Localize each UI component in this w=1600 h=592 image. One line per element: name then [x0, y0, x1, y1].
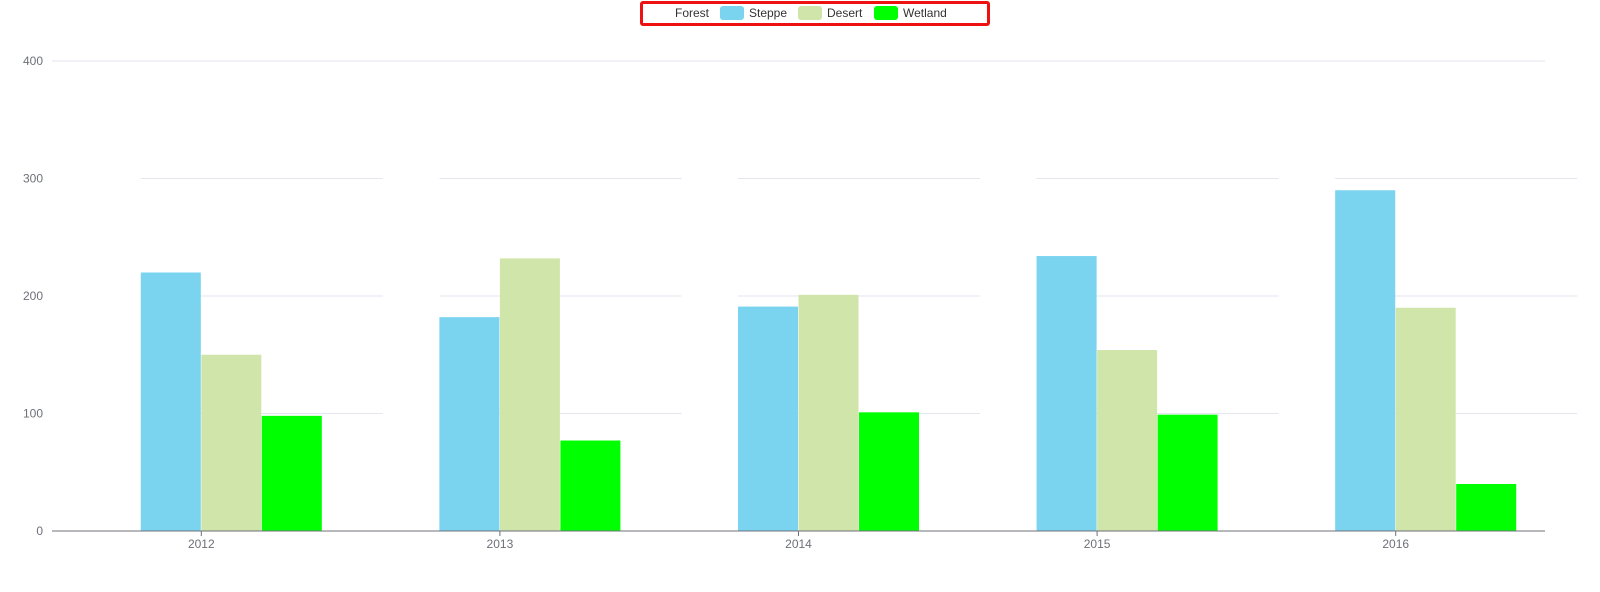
bar-steppe-2012[interactable]: [140, 272, 201, 532]
y-tick-label: 400: [23, 54, 43, 68]
bars: [140, 190, 1517, 532]
y-tick-label: 100: [23, 407, 43, 421]
bar-wetland-2015[interactable]: [1157, 414, 1218, 531]
x-tick-label: 2012: [188, 537, 215, 551]
y-tick-label: 200: [23, 289, 43, 303]
bar-steppe-2016[interactable]: [1335, 190, 1396, 531]
y-tick-label: 0: [36, 524, 43, 538]
bar-desert-2014[interactable]: [798, 294, 859, 531]
chart-container: 0 100 200 300 400 2012 2013 2014 2015 2016 Forest…: [0, 0, 1600, 587]
y-tick-label: 300: [23, 172, 43, 186]
bar-desert-2012[interactable]: [201, 354, 262, 531]
bar-wetland-2014[interactable]: [859, 412, 919, 531]
x-tick-label: 2016: [1382, 537, 1409, 551]
x-tick-label: 2013: [487, 537, 514, 551]
x-tick-label: 2014: [785, 537, 812, 551]
bar-chart: 01002003004002012 2013 2014 2015 2016 Forest…: [23, 6, 1578, 551]
bar-wetland-2013[interactable]: [560, 440, 621, 531]
legend-highlight-box: [640, 1, 990, 26]
bar-steppe-2015[interactable]: [1036, 256, 1097, 531]
x-tick-label: 2015: [1084, 537, 1111, 551]
bar-wetland-2012[interactable]: [261, 415, 322, 531]
bar-desert-2016[interactable]: [1395, 307, 1456, 531]
bar-steppe-2014[interactable]: [738, 306, 798, 531]
bar-wetland-2016[interactable]: [1456, 484, 1517, 531]
bar-desert-2015[interactable]: [1097, 350, 1158, 531]
bar-desert-2013[interactable]: [499, 258, 560, 531]
bar-steppe-2013[interactable]: [439, 317, 500, 531]
